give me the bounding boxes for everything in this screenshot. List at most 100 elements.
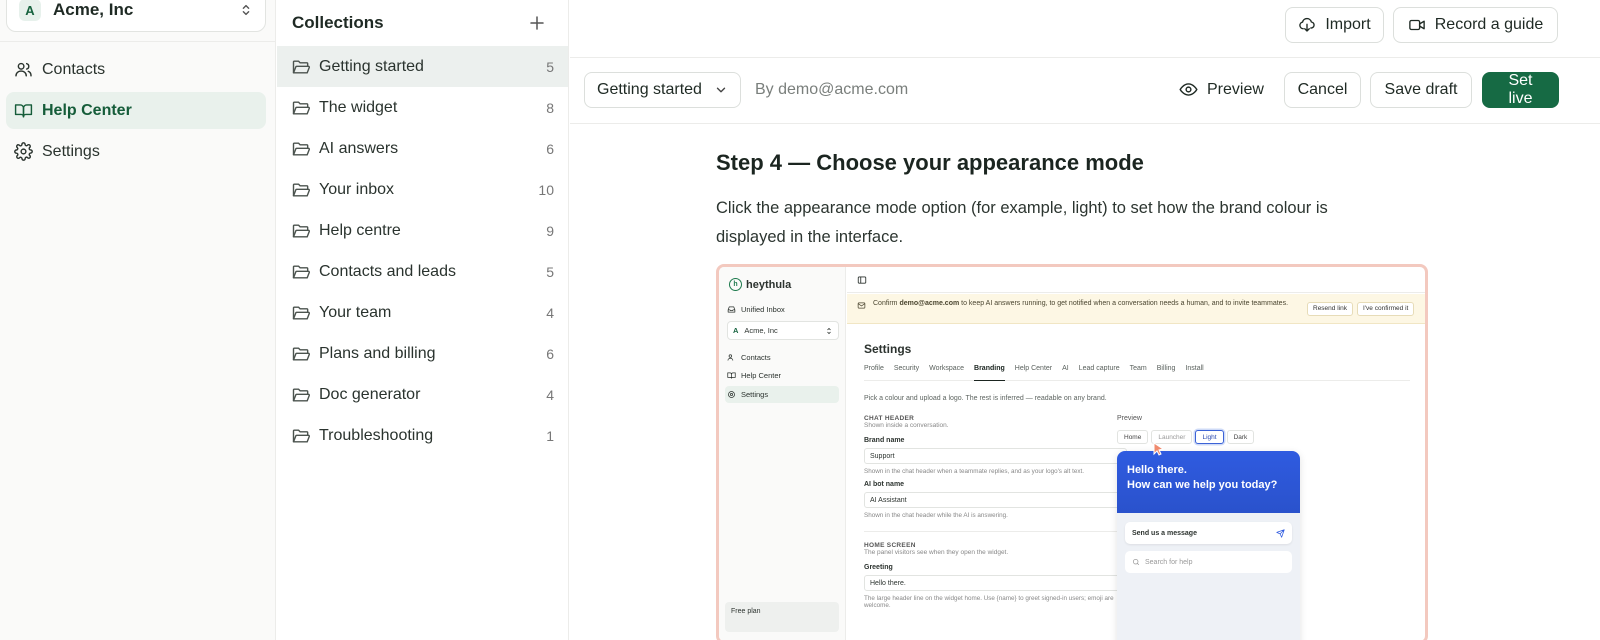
collection-item[interactable]: Doc generator 4 [277, 374, 568, 415]
preview-button[interactable]: Preview [1179, 80, 1264, 99]
embedded-tab: Help Center [1014, 365, 1053, 372]
set-live-button[interactable]: Set live [1482, 72, 1559, 108]
collection-count: 8 [546, 99, 554, 116]
collection-count: 5 [546, 58, 554, 75]
collection-name: Plans and billing [319, 344, 436, 362]
import-button[interactable]: Import [1285, 7, 1384, 43]
folder-open-icon [292, 182, 311, 197]
collection-count: 1 [546, 427, 554, 444]
collection-name: Your inbox [319, 180, 395, 198]
embedded-tab: AI [1062, 365, 1069, 372]
folder-open-icon [292, 100, 311, 115]
bot-name-field: AI Assistant [864, 492, 1127, 508]
record-guide-button[interactable]: Record a guide [1393, 7, 1558, 43]
embedded-nav-label: Help Center [741, 371, 782, 380]
embedded-confirmed-button: I've confirmed it [1357, 302, 1415, 316]
collection-item[interactable]: Your team 4 [277, 292, 568, 333]
embedded-branding-hint: Pick a colour and upload a logo. The res… [864, 395, 1107, 402]
field-label: AI bot name [864, 481, 905, 488]
sidebar-nav: Contacts Help Center Settings [6, 51, 266, 174]
widget-greeting: Hello there. [1127, 464, 1187, 476]
section-subtitle: Shown inside a conversation. [864, 422, 949, 429]
widget-question: How can we help you today? [1127, 479, 1278, 491]
embedded-nav-settings: Settings [727, 390, 768, 399]
cursor-pointer-icon [1153, 442, 1165, 456]
step-heading: Step 4 — Choose your appearance mode [716, 150, 1144, 175]
chevron-up-down-icon [827, 327, 831, 334]
collections-panel: Collections Getting started 5 The widget 8… [277, 0, 569, 640]
eye-icon [1179, 83, 1198, 96]
collection-item[interactable]: Getting started 5 [277, 46, 568, 87]
embedded-settings-title: Settings [864, 342, 912, 356]
section-heading: CHAT HEADER [864, 415, 915, 422]
editor-toolbar: Getting started By demo@acme.com Preview… [570, 58, 1600, 124]
step-text: Click the appearance mode option (for ex… [716, 199, 1328, 246]
banner-text: to keep AI answers running, to get notif… [959, 300, 1289, 307]
embedded-nav-label: Unified Inbox [741, 305, 785, 314]
sidebar-item-label: Settings [42, 142, 100, 160]
widget-search-placeholder: Search for help [1145, 558, 1193, 566]
collection-name: Help centre [319, 221, 401, 239]
banner-email: demo@acme.com [899, 300, 960, 307]
video-camera-icon [1408, 19, 1425, 31]
cancel-button[interactable]: Cancel [1284, 72, 1361, 108]
workspace-avatar: A [19, 0, 41, 21]
step-screenshot: h heythula Unified Inbox A Acme, Inc Con… [716, 264, 1428, 640]
collection-select[interactable]: Getting started [584, 72, 741, 108]
embedded-nav-inbox: Unified Inbox [727, 305, 785, 314]
embedded-sidebar: h heythula Unified Inbox A Acme, Inc Con… [719, 267, 846, 640]
collection-name: Troubleshooting [319, 426, 434, 444]
collection-name: Getting started [319, 57, 424, 75]
collection-name: Contacts and leads [319, 262, 456, 280]
field-label: Greeting [864, 564, 893, 571]
mail-icon [857, 302, 866, 309]
greeting-field: Hello there. [864, 575, 1127, 591]
collections-title: Collections [292, 13, 384, 32]
gear-icon [14, 142, 33, 161]
folder-open-icon [292, 387, 311, 402]
embedded-workspace-avatar: A [733, 326, 739, 335]
embedded-logo: h heythula [729, 278, 791, 291]
collection-count: 4 [546, 304, 554, 321]
workspace-name: Acme, Inc [53, 0, 134, 19]
folder-open-icon [292, 305, 311, 320]
embedded-tab: Profile [864, 365, 884, 372]
sidebar-item-help-center[interactable]: Help Center [6, 92, 266, 129]
embedded-settings-tabs: Profile Security Workspace Branding Help… [864, 365, 1410, 381]
embedded-tab: Install [1185, 365, 1204, 372]
collection-item[interactable]: The widget 8 [277, 87, 568, 128]
collection-item[interactable]: Troubleshooting 1 [277, 415, 568, 456]
sidebar-item-contacts[interactable]: Contacts [6, 51, 266, 88]
embedded-tab: Workspace [929, 365, 965, 372]
author-text: By demo@acme.com [755, 81, 909, 98]
import-label: Import [1325, 16, 1371, 33]
folder-open-icon [292, 264, 311, 279]
collection-item[interactable]: Your inbox 10 [277, 169, 568, 210]
collections-list: Getting started 5 The widget 8 AI answers 6… [277, 46, 568, 456]
inbox-icon [727, 306, 736, 313]
embedded-tab: Billing [1156, 365, 1176, 372]
embedded-banner-text: Confirm demo@acme.com to keep AI answers… [873, 299, 1293, 309]
collection-item[interactable]: Help centre 9 [277, 210, 568, 251]
field-help: Shown in the chat header while the AI is… [864, 512, 1008, 519]
widget-search: Search for help [1125, 551, 1292, 573]
collection-name: Doc generator [319, 385, 421, 403]
collection-item[interactable]: Plans and billing 6 [277, 333, 568, 374]
embedded-preview-label: Preview [1117, 415, 1142, 422]
embedded-tab: Lead capture [1078, 365, 1120, 372]
sidebar-item-settings[interactable]: Settings [6, 133, 266, 170]
embedded-tab: Security [893, 365, 920, 372]
field-label: Brand name [864, 437, 905, 444]
embedded-plan-label: Free plan [731, 608, 761, 615]
plus-icon[interactable] [529, 15, 545, 31]
sidebar-item-label: Contacts [42, 60, 106, 78]
embedded-main: Confirm demo@acme.com to keep AI answers… [847, 267, 1425, 640]
workspace-switcher[interactable]: A Acme, Inc [6, 0, 266, 32]
embedded-tab-active: Branding [974, 365, 1005, 381]
collection-item[interactable]: AI answers 6 [277, 128, 568, 169]
collection-count: 6 [546, 140, 554, 157]
collection-item[interactable]: Contacts and leads 5 [277, 251, 568, 292]
users-icon [15, 62, 32, 77]
save-draft-button[interactable]: Save draft [1370, 72, 1472, 108]
brand-name-field: Support [864, 448, 1127, 464]
